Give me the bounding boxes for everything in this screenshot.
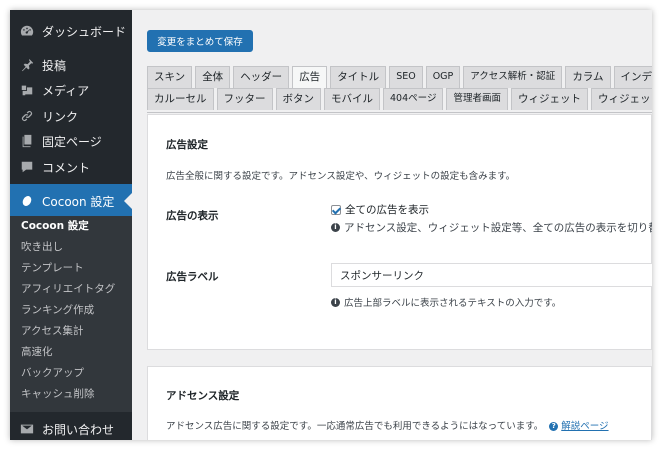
tab-admin-screen[interactable]: 管理者画面: [446, 88, 508, 110]
tab-footer[interactable]: フッター: [216, 88, 273, 110]
tab-analytics[interactable]: アクセス解析・認証: [463, 66, 563, 88]
main-content: 変更をまとめて保存 スキン 全体 ヘッダー 広告 タイトル SEO OGP アクセス解析・認証…: [132, 10, 652, 440]
submenu-item-affiliate-tag[interactable]: アフィリエイトタグ: [10, 279, 132, 300]
ad-display-help: i アドセンス設定、ウィジェット設定等、全ての広告の表示を切り替えます。: [331, 220, 652, 235]
admin-sidebar: ダッシュボード 投稿 メディア リンク 固定ページ コメント Cocoon 設定…: [10, 10, 132, 440]
sidebar-item-label: コメント: [42, 160, 91, 175]
cocoon-icon: [19, 193, 35, 209]
tab-ogp[interactable]: OGP: [425, 66, 461, 88]
mail-icon: [19, 421, 35, 437]
page-icon: [19, 133, 35, 149]
tab-widget-area[interactable]: ウィジェットエリア: [590, 88, 652, 110]
sidebar-item-label: お問い合わせ: [42, 422, 115, 437]
tab-index[interactable]: インデックス: [613, 66, 652, 88]
explanation-page-link[interactable]: 解説ページ: [561, 421, 608, 432]
tab-404[interactable]: 404ページ: [383, 88, 444, 110]
sidebar-item-dashboard[interactable]: ダッシュボード: [10, 14, 132, 48]
submenu-item-cocoon-settings[interactable]: Cocoon 設定: [10, 216, 132, 237]
tab-widget[interactable]: ウィジェット: [510, 88, 588, 110]
adsense-settings-panel: アドセンス設定 アドセンス広告に関する設定です。一応通常広告でも利用できるように…: [147, 366, 652, 440]
checkbox-checked-icon[interactable]: [331, 204, 341, 215]
screenshot-frame: ダッシュボード 投稿 メディア リンク 固定ページ コメント Cocoon 設定…: [10, 10, 652, 440]
tab-title[interactable]: タイトル: [330, 66, 387, 88]
save-all-button[interactable]: 変更をまとめて保存: [147, 30, 253, 52]
panel-title: アドセンス設定: [166, 390, 240, 402]
submenu-item-access-stats[interactable]: アクセス集計: [10, 321, 132, 342]
sidebar-item-label: 固定ページ: [42, 134, 102, 149]
sidebar-item-label: ダッシュボード: [42, 24, 127, 39]
pin-icon: [19, 57, 35, 73]
submenu-item-backup[interactable]: バックアップ: [10, 363, 132, 384]
panel-title: 広告設定: [166, 139, 208, 151]
tab-general[interactable]: 全体: [195, 66, 231, 88]
panel-description: アドセンス広告に関する設定です。一応通常広告でも利用できるようにはなっています。…: [166, 418, 609, 432]
submenu-item-speed-up[interactable]: 高速化: [10, 342, 132, 363]
info-icon: i: [331, 297, 340, 307]
link-icon: [19, 108, 35, 124]
comment-icon: [19, 159, 35, 175]
panel-description: 広告全般に関する設定です。アドセンス設定や、ウィジェットの設定も含みます。: [166, 171, 516, 182]
sidebar-item-label: リンク: [42, 109, 79, 124]
help-icon: ?: [549, 422, 559, 431]
sidebar-item-contact[interactable]: お問い合わせ: [10, 412, 132, 440]
tab-seo[interactable]: SEO: [389, 66, 423, 88]
ad-label-help: i 広告上部ラベルに表示されるテキストの入力です。: [331, 295, 561, 309]
ad-label-input[interactable]: [331, 263, 652, 287]
submenu-item-template[interactable]: テンプレート: [10, 258, 132, 279]
ad-display-label: 広告の表示: [166, 210, 219, 222]
ad-label-label: 広告ラベル: [166, 271, 219, 283]
submenu-item-speech-balloon[interactable]: 吹き出し: [10, 237, 132, 258]
media-icon: [19, 82, 35, 98]
sidebar-item-comments[interactable]: コメント: [10, 150, 132, 184]
info-icon: i: [331, 223, 340, 232]
tab-skin[interactable]: スキン: [147, 66, 193, 88]
tab-ads[interactable]: 広告: [292, 66, 328, 88]
submenu-item-cache-clear[interactable]: キャッシュ削除: [10, 384, 132, 405]
tab-carousel[interactable]: カルーセル: [147, 88, 214, 110]
submenu-item-ranking[interactable]: ランキング作成: [10, 300, 132, 321]
tab-row-1: スキン全体ヘッダー広告タイトルSEOOGPアクセス解析・認証カラムインデックス: [147, 66, 652, 88]
sidebar-item-label: メディア: [42, 83, 90, 98]
tab-button[interactable]: ボタン: [275, 88, 321, 110]
checkbox-label: 全ての広告を表示: [345, 204, 429, 216]
ad-settings-panel: 広告設定 広告全般に関する設定です。アドセンス設定や、ウィジェットの設定も含みま…: [147, 114, 652, 350]
tab-divider: [147, 112, 652, 113]
cocoon-submenu: Cocoon 設定 吹き出し テンプレート アフィリエイトタグ ランキング作成 …: [10, 216, 132, 412]
sidebar-item-label: Cocoon 設定: [42, 194, 115, 209]
sidebar-item-label: 投稿: [42, 58, 67, 73]
tab-header[interactable]: ヘッダー: [233, 66, 290, 88]
show-all-ads-checkbox[interactable]: 全ての広告を表示: [331, 202, 429, 217]
dashboard-icon: [19, 23, 35, 39]
sidebar-item-cocoon-settings[interactable]: Cocoon 設定: [10, 184, 132, 218]
tab-column[interactable]: カラム: [565, 66, 611, 88]
adsense-description: アドセンス広告に関する設定です。一応通常広告でも利用できるようにはなっています。: [166, 421, 544, 432]
help-text: 広告上部ラベルに表示されるテキストの入力です。: [344, 298, 562, 309]
tab-mobile[interactable]: モバイル: [324, 88, 380, 110]
tab-row-2: カルーセルフッターボタンモバイル404ページ管理者画面ウィジェットウィジェットエ…: [147, 88, 652, 110]
help-text: アドセンス設定、ウィジェット設定等、全ての広告の表示を切り替えます。: [344, 222, 652, 234]
